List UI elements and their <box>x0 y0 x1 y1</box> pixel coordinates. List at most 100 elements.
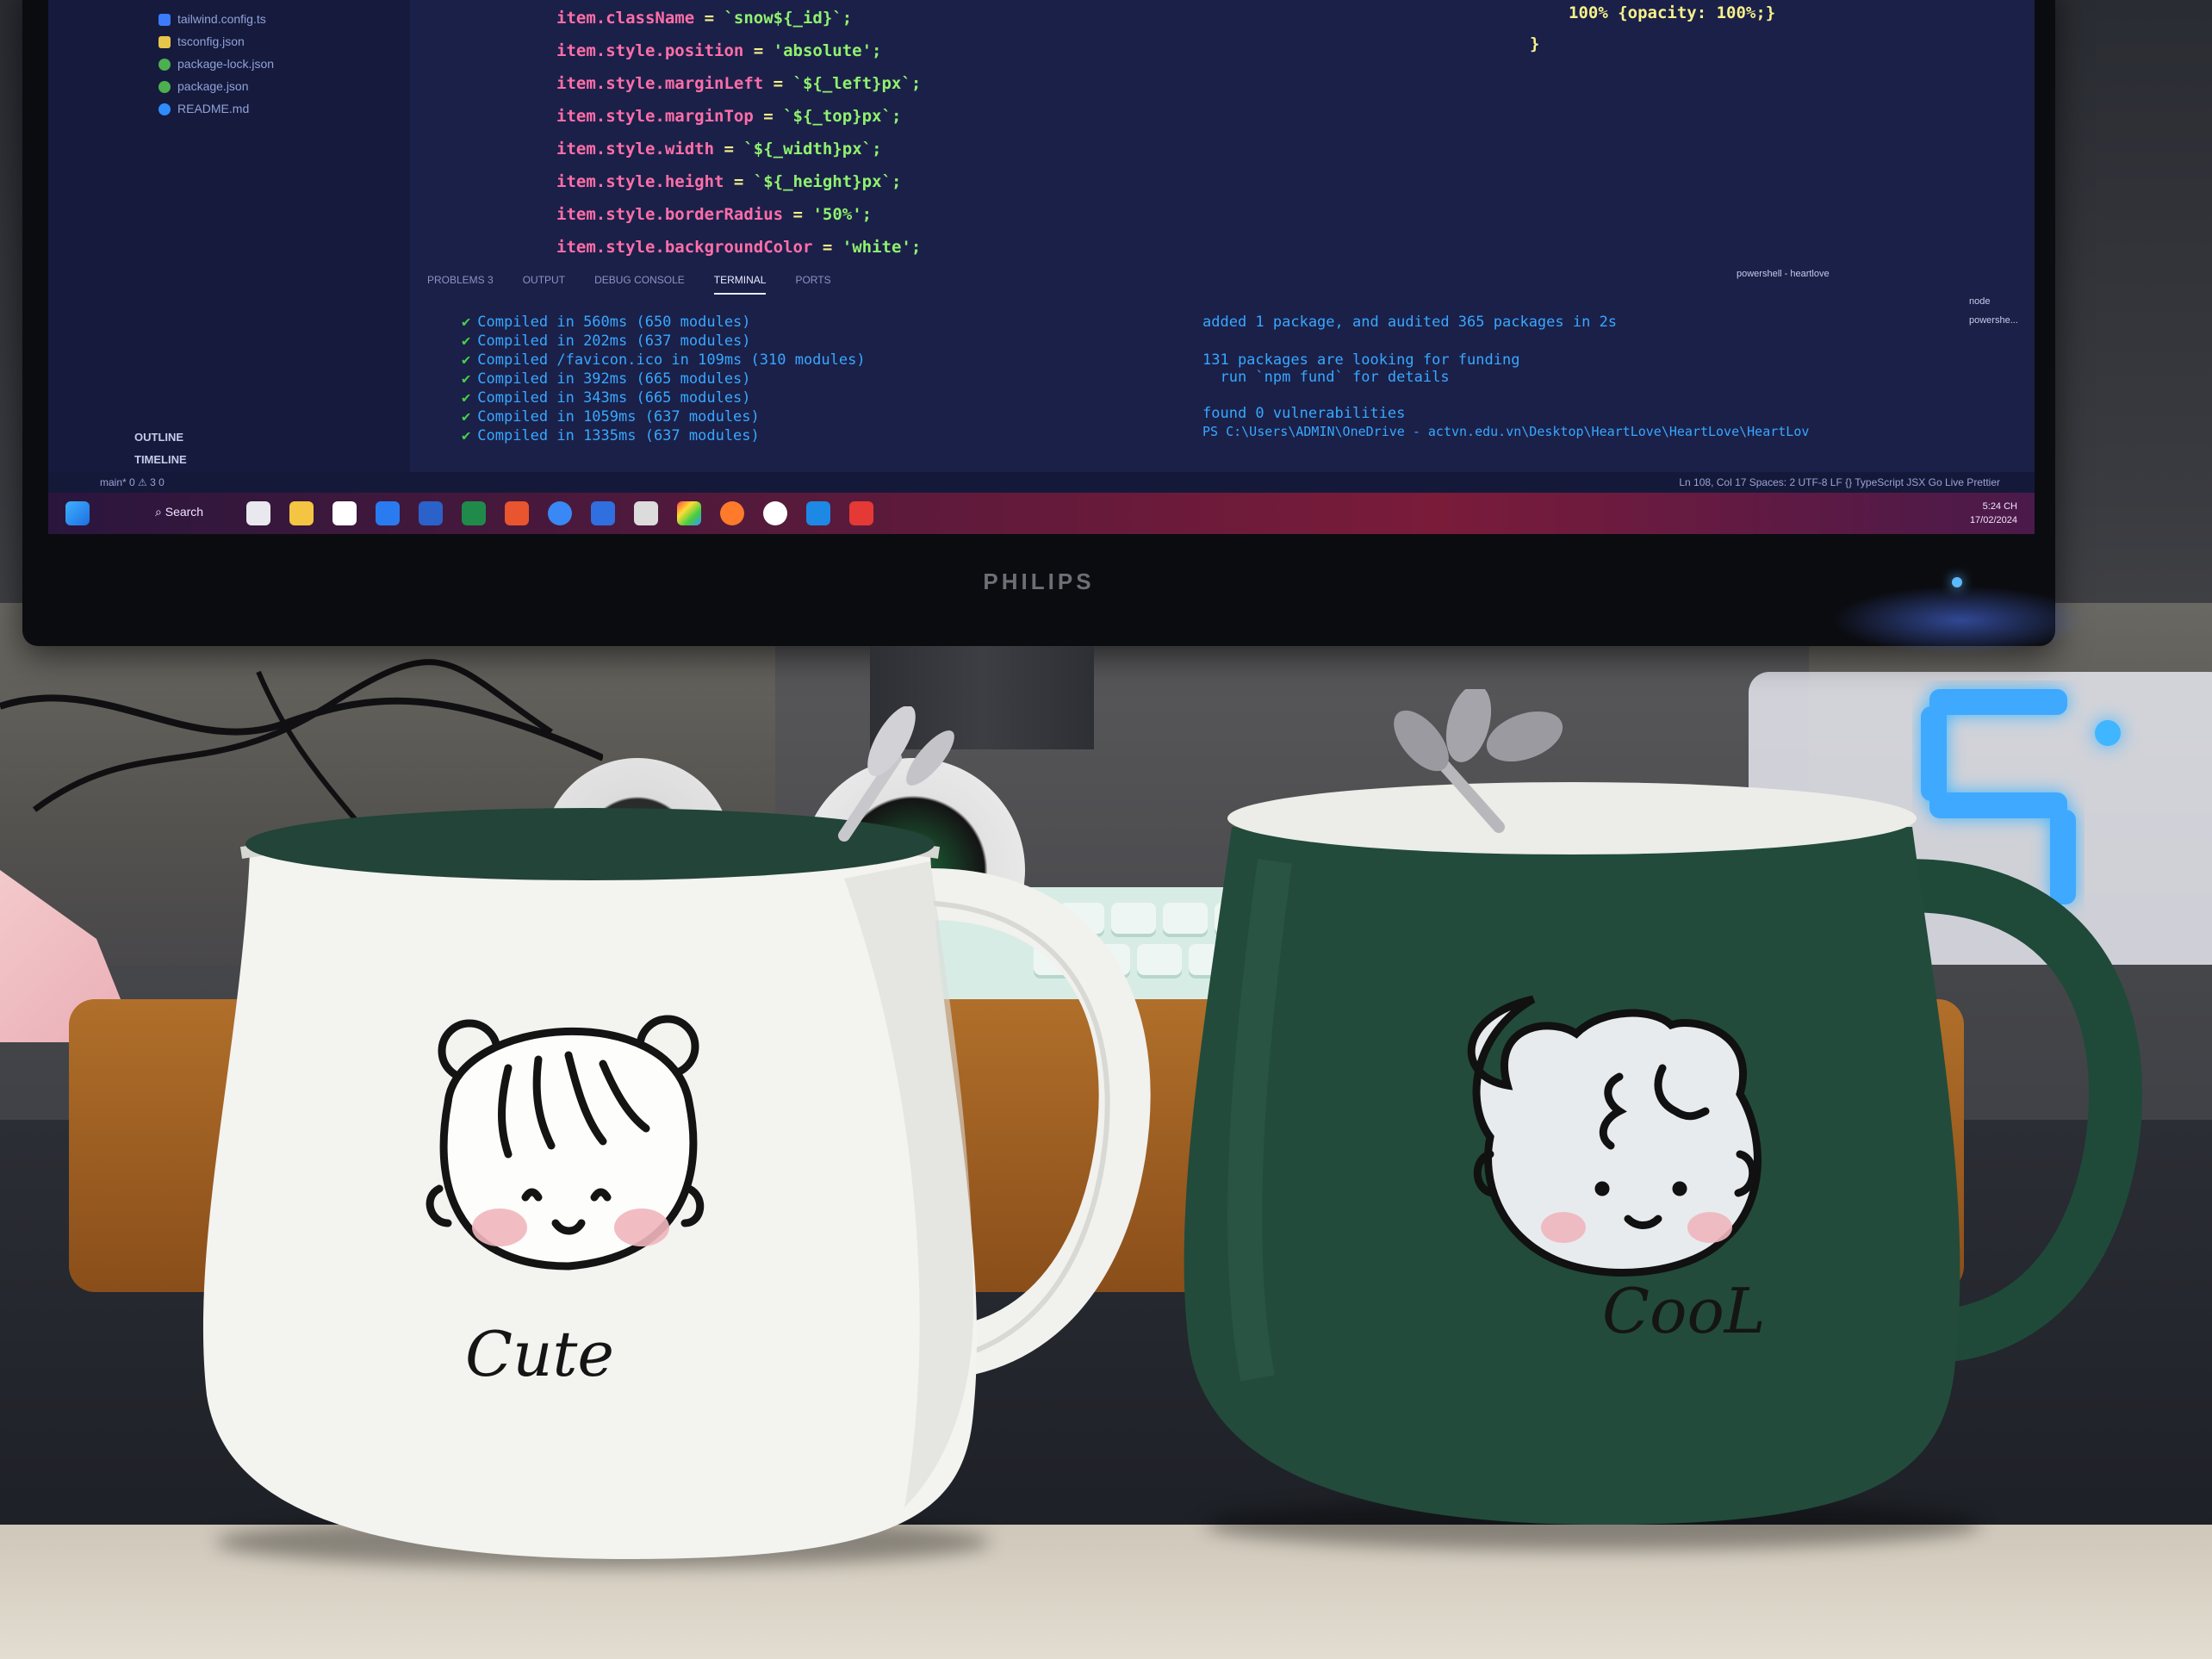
power-led <box>1952 577 1962 587</box>
check-icon: ✔ <box>462 408 471 426</box>
app-icon[interactable] <box>591 501 615 525</box>
code-property: item.className <box>556 9 695 28</box>
app-icon[interactable] <box>634 501 658 525</box>
check-icon: ✔ <box>462 351 471 369</box>
css-brace: } <box>1530 34 1540 53</box>
terminal-text: Compiled in 202ms (637 modules) <box>477 332 751 350</box>
terminal-line: ✔ Compiled in 392ms (665 modules) <box>462 370 751 388</box>
taskbar-search[interactable]: ⌕ Search <box>155 505 203 519</box>
timeline-section[interactable]: TIMELINE <box>134 453 187 466</box>
search-icon: ⌕ <box>155 505 165 519</box>
check-icon: ✔ <box>462 314 471 331</box>
code-line: item.style.marginTop = `${_top}px`; <box>556 107 901 126</box>
code-value: `${_left}px`; <box>792 74 922 93</box>
notepad-icon[interactable] <box>332 501 357 525</box>
explorer-file[interactable]: package.json <box>158 79 249 94</box>
npm-icon <box>158 59 171 71</box>
file-name: package-lock.json <box>177 57 275 71</box>
taskbar: ⌕ Search 5:24 CH 17/02/2024 <box>48 493 2035 534</box>
code-operator: = <box>743 41 774 60</box>
monitor-screen: tailwind.config.ts tsconfig.json package… <box>48 0 2035 534</box>
clock-date: 17/02/2024 <box>1969 515 2017 525</box>
terminal-text: Compiled in 1059ms (637 modules) <box>477 408 760 426</box>
tab-output[interactable]: OUTPUT <box>523 274 565 295</box>
code-line: item.style.backgroundColor = 'white'; <box>556 238 921 257</box>
app-icon[interactable] <box>720 501 744 525</box>
explorer-file[interactable]: README.md <box>158 102 250 116</box>
file-name: README.md <box>177 102 250 115</box>
check-icon: ✔ <box>462 389 471 407</box>
code-value: '50%'; <box>812 205 873 224</box>
code-line: item.className = `snow${_id}`; <box>556 9 852 28</box>
tab-debug-console[interactable]: DEBUG CONSOLE <box>594 274 685 295</box>
green-mug <box>1184 689 2143 1525</box>
code-value: `snow${_id}`; <box>724 9 853 28</box>
check-icon: ✔ <box>462 370 471 388</box>
file-explorer-icon[interactable] <box>289 501 314 525</box>
status-left[interactable]: main* 0 ⚠ 3 0 <box>100 476 165 488</box>
windows-start-icon[interactable] <box>65 501 90 525</box>
file-name: tsconfig.json <box>177 34 245 48</box>
app-icon[interactable] <box>849 501 873 525</box>
tab-ports[interactable]: PORTS <box>795 274 830 295</box>
outline-section[interactable]: OUTLINE <box>134 431 183 444</box>
chrome-icon[interactable] <box>677 501 701 525</box>
tab-terminal[interactable]: TERMINAL <box>713 274 767 295</box>
code-property: item.style.height <box>556 172 724 191</box>
terminal-line: ✔ Compiled /favicon.ico in 109ms (310 mod… <box>462 351 866 369</box>
task-view-icon[interactable] <box>246 501 270 525</box>
photo-scene: tailwind.config.ts tsconfig.json package… <box>0 0 2212 1659</box>
vscode-icon[interactable] <box>806 501 830 525</box>
file-name: tailwind.config.ts <box>177 12 266 26</box>
code-value: 'absolute'; <box>773 41 882 60</box>
taskbar-clock[interactable]: 5:24 CH 17/02/2024 <box>1970 500 2017 527</box>
problems-count-badge: 3 <box>488 274 494 286</box>
terminal-line: ✔ Compiled in 560ms (650 modules) <box>462 314 751 331</box>
edge-icon[interactable] <box>548 501 572 525</box>
powerpoint-icon[interactable] <box>505 501 529 525</box>
npm-icon <box>158 81 171 94</box>
explorer-file[interactable]: tailwind.config.ts <box>158 12 266 27</box>
terminal-text: Compiled in 1335ms (637 modules) <box>477 427 760 444</box>
word-icon[interactable] <box>419 501 443 525</box>
terminal-line: 131 packages are looking for funding <box>1202 351 1520 369</box>
tab-label: PROBLEMS <box>427 274 485 286</box>
code-operator: = <box>763 74 793 93</box>
terminal-line: added 1 package, and audited 365 package… <box>1202 314 1618 331</box>
terminal-line: found 0 vulnerabilities <box>1202 405 1406 422</box>
code-line: item.style.position = 'absolute'; <box>556 41 882 60</box>
code-value: `${_width}px`; <box>743 140 882 158</box>
app-icon[interactable] <box>376 501 400 525</box>
code-line: item.style.borderRadius = '50%'; <box>556 205 872 224</box>
terminal-tab-node[interactable]: node <box>1969 296 1990 307</box>
code-operator: = <box>812 238 842 257</box>
excel-icon[interactable] <box>462 501 486 525</box>
monitor-glow <box>1831 586 2090 655</box>
code-operator: = <box>714 140 744 158</box>
file-explorer: tailwind.config.ts tsconfig.json package… <box>48 0 410 482</box>
terminal-tab-powershell[interactable]: powershe... <box>1969 315 2018 326</box>
code-value: `${_top}px`; <box>783 107 902 126</box>
check-icon: ✔ <box>462 332 471 350</box>
terminal-prompt[interactable]: PS C:\Users\ADMIN\OneDrive - actvn.edu.v… <box>1202 424 1809 439</box>
explorer-file[interactable]: tsconfig.json <box>158 34 245 49</box>
code-line: item.style.height = `${_height}px`; <box>556 172 901 191</box>
cute-label: Cute <box>465 1318 615 1390</box>
status-right[interactable]: Ln 108, Col 17 Spaces: 2 UTF-8 LF {} Typ… <box>1679 476 2000 488</box>
check-icon: ✔ <box>462 427 471 444</box>
explorer-file[interactable]: package-lock.json <box>158 57 274 71</box>
code-property: item.style.borderRadius <box>556 205 784 224</box>
code-property: item.style.width <box>556 140 715 158</box>
code-operator: = <box>724 172 754 191</box>
terminal-line: ✔ Compiled in 343ms (665 modules) <box>462 389 751 407</box>
file-name: package.json <box>177 79 249 93</box>
code-property: item.style.backgroundColor <box>556 238 813 257</box>
terminal-line: ✔ Compiled in 1335ms (637 modules) <box>462 427 760 444</box>
app-icon[interactable] <box>763 501 787 525</box>
terminal-text: Compiled in 560ms (650 modules) <box>477 314 751 331</box>
clock-time: 5:24 CH <box>1982 501 2017 512</box>
terminal-line: ✔ Compiled in 1059ms (637 modules) <box>462 408 760 426</box>
code-line: item.style.marginLeft = `${_left}px`; <box>556 74 921 93</box>
tab-problems[interactable]: PROBLEMS 3 <box>427 274 494 295</box>
terminal-tab-active[interactable]: powershell - heartlove <box>1737 269 1830 279</box>
